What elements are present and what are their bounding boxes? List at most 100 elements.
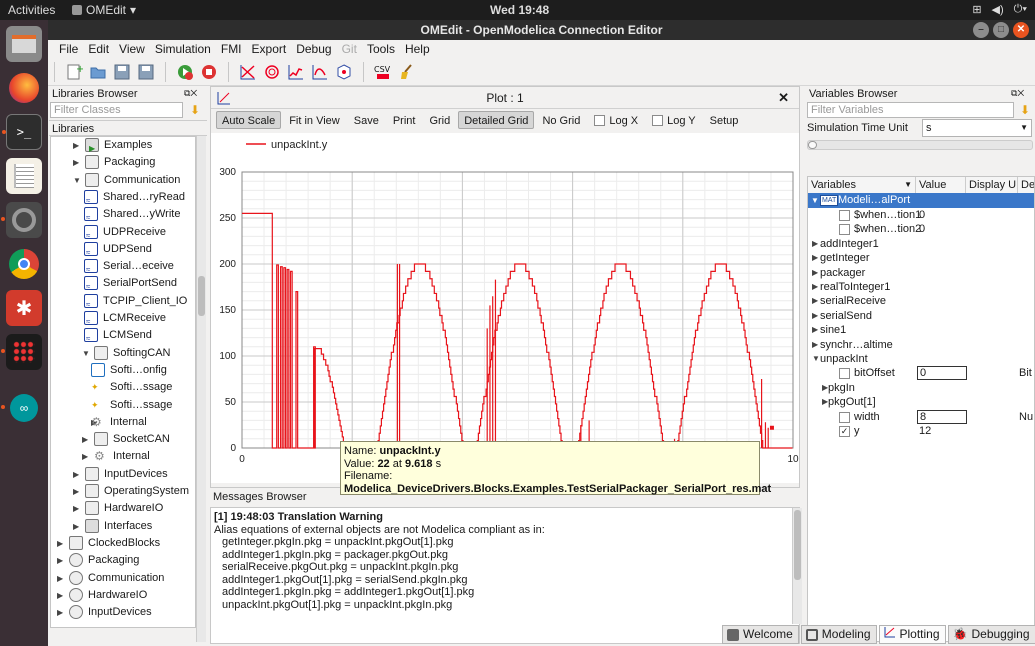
variable-value-input[interactable]: 0 bbox=[917, 366, 967, 380]
chevron-right-icon[interactable]: ▶ bbox=[73, 518, 79, 535]
save-all-icon[interactable] bbox=[135, 61, 157, 83]
library-tree-item[interactable]: ▶⚙Internal bbox=[51, 448, 196, 465]
library-tree-item[interactable]: ≈Shared…ryRead bbox=[51, 189, 196, 206]
close-plot-icon[interactable]: ✕ bbox=[778, 87, 789, 109]
plot-setup-button[interactable]: Setup bbox=[704, 111, 745, 129]
chevron-right-icon[interactable]: ▶ bbox=[73, 154, 79, 171]
activities-button[interactable]: Activities bbox=[8, 3, 55, 17]
auto-scale-button[interactable]: Auto Scale bbox=[216, 111, 281, 129]
plot-variable-checkbox[interactable] bbox=[839, 224, 850, 235]
array-parametric-plot-icon[interactable] bbox=[309, 61, 331, 83]
library-tree-item[interactable]: ≈UDPSend bbox=[51, 241, 196, 258]
variable-row[interactable]: ▼unpackInt bbox=[808, 352, 1035, 366]
text-editor-icon[interactable] bbox=[6, 158, 42, 194]
menu-fmi[interactable]: FMI bbox=[216, 42, 247, 56]
chevron-right-icon[interactable]: ▶ bbox=[57, 570, 63, 587]
export-csv-icon[interactable]: CSV bbox=[372, 61, 394, 83]
chevron-right-icon[interactable]: ▶ bbox=[73, 466, 79, 483]
chevron-right-icon[interactable]: ▶ bbox=[812, 266, 818, 280]
variable-row[interactable]: ▶getInteger bbox=[808, 251, 1035, 265]
parametric-plot-icon[interactable] bbox=[261, 61, 283, 83]
library-tree-item[interactable]: ▶ClockedBlocks bbox=[51, 535, 196, 552]
library-tree-item[interactable]: ✦Softi…ssage bbox=[51, 397, 196, 414]
clear-broom-icon[interactable] bbox=[396, 61, 418, 83]
grid-button[interactable]: Grid bbox=[423, 111, 456, 129]
menu-tools[interactable]: Tools bbox=[362, 42, 400, 56]
col-variables[interactable]: Variables▼ bbox=[808, 177, 916, 193]
variable-value-input[interactable]: 8 bbox=[917, 410, 967, 424]
chrome-icon[interactable] bbox=[6, 246, 42, 282]
print-plot-button[interactable]: Print bbox=[387, 111, 422, 129]
simulate-icon[interactable] bbox=[174, 61, 196, 83]
chevron-right-icon[interactable]: ▶ bbox=[57, 535, 63, 552]
chevron-right-icon[interactable]: ▶ bbox=[812, 280, 818, 294]
minimize-icon[interactable]: – bbox=[973, 22, 989, 38]
plot-variable-checkbox[interactable]: ✓ bbox=[839, 426, 850, 437]
variable-row[interactable]: $when…tion20 bbox=[808, 222, 1035, 236]
app-grid-red-icon[interactable] bbox=[6, 334, 42, 370]
plot-variable-checkbox[interactable] bbox=[839, 210, 850, 221]
variable-row[interactable]: ▶pkgOut[1] bbox=[808, 395, 1035, 409]
messages-content[interactable]: [1] 19:48:03 Translation Warning Alias e… bbox=[210, 507, 800, 644]
maximize-icon[interactable]: □ bbox=[993, 22, 1009, 38]
filter-arrow-icon[interactable]: ⬇ bbox=[190, 103, 200, 117]
variable-row[interactable]: ▶realToInteger1 bbox=[808, 280, 1035, 294]
library-tree-item[interactable]: ▶Communication bbox=[51, 570, 196, 587]
plot-icon[interactable] bbox=[237, 61, 259, 83]
variable-row[interactable]: ✓y12 bbox=[808, 424, 1035, 438]
menu-simulation[interactable]: Simulation bbox=[150, 42, 216, 56]
chevron-right-icon[interactable]: ▶ bbox=[73, 137, 79, 154]
chevron-right-icon[interactable]: ▶ bbox=[82, 431, 88, 448]
clock[interactable]: Wed 19:48 bbox=[490, 3, 549, 17]
library-tree-item[interactable]: ▶Packaging bbox=[51, 552, 196, 569]
variable-row[interactable]: ▶addInteger1 bbox=[808, 237, 1035, 251]
modeling-tab[interactable]: Modeling bbox=[801, 625, 877, 644]
library-tree-item[interactable]: ≈SerialPortSend bbox=[51, 275, 196, 292]
col-display-unit[interactable]: Display U bbox=[966, 177, 1018, 193]
plot-variable-checkbox[interactable] bbox=[839, 368, 850, 379]
library-tree-item[interactable]: ▶InputDevices bbox=[51, 466, 196, 483]
menu-edit[interactable]: Edit bbox=[83, 42, 114, 56]
chevron-down-icon[interactable]: ▼ bbox=[73, 172, 81, 189]
no-grid-button[interactable]: No Grid bbox=[536, 111, 586, 129]
library-tree-item[interactable]: ≈LCMSend bbox=[51, 327, 196, 344]
chevron-right-icon[interactable]: ▶ bbox=[73, 483, 79, 500]
detailed-grid-button[interactable]: Detailed Grid bbox=[458, 111, 534, 129]
library-tree-item[interactable]: ▶Interfaces bbox=[51, 518, 196, 535]
terminal-icon[interactable]: >_ bbox=[6, 114, 42, 150]
variable-row[interactable]: ▶packager bbox=[808, 266, 1035, 280]
simulation-setup-icon[interactable] bbox=[198, 61, 220, 83]
variables-pane-controls-icon[interactable]: ⧉✕ bbox=[1011, 88, 1024, 99]
library-tree-item[interactable]: ▼SoftingCAN bbox=[51, 345, 196, 362]
chevron-right-icon[interactable]: ▶ bbox=[82, 448, 88, 465]
menu-file[interactable]: File bbox=[54, 42, 83, 56]
fit-in-view-button[interactable]: Fit in View bbox=[283, 111, 346, 129]
menu-debug[interactable]: Debug bbox=[291, 42, 336, 56]
library-tree-item[interactable]: ✦Softi…ssage bbox=[51, 379, 196, 396]
chevron-right-icon[interactable]: ▶ bbox=[57, 604, 63, 621]
open-folder-icon[interactable] bbox=[87, 61, 109, 83]
variables-tree[interactable]: Variables▼ Value Display U Des ▼ MAT Mod… bbox=[807, 176, 1035, 642]
variable-row[interactable]: $when…tion10 bbox=[808, 208, 1035, 222]
menu-help[interactable]: Help bbox=[400, 42, 435, 56]
chevron-right-icon[interactable]: ▶ bbox=[812, 237, 818, 251]
library-tree-item[interactable]: ≈LCMReceive bbox=[51, 310, 196, 327]
chevron-right-icon[interactable]: ▶ bbox=[73, 500, 79, 517]
library-tree-item[interactable]: ≈Shared…yWrite bbox=[51, 206, 196, 223]
plotting-tab[interactable]: Plotting bbox=[879, 625, 946, 644]
library-tree-item[interactable]: Softi…onfig bbox=[51, 362, 196, 379]
menu-view[interactable]: View bbox=[114, 42, 150, 56]
variable-row[interactable]: ▶serialSend bbox=[808, 309, 1035, 323]
close-icon[interactable]: ✕ bbox=[1013, 22, 1029, 38]
chevron-right-icon[interactable]: ▶ bbox=[812, 309, 818, 323]
debugging-tab[interactable]: 🐞Debugging bbox=[948, 625, 1035, 644]
time-slider[interactable] bbox=[807, 140, 1033, 150]
system-tray[interactable]: ⊞ ◀) ⏻▾ bbox=[972, 3, 1027, 16]
save-plot-button[interactable]: Save bbox=[348, 111, 385, 129]
animation-icon[interactable] bbox=[333, 61, 355, 83]
library-tree-item[interactable]: ▼Communication bbox=[51, 172, 196, 189]
library-tree-item[interactable]: ▶InputDevices bbox=[51, 604, 196, 621]
pane-float-close-icon[interactable]: ⧉✕ bbox=[184, 88, 197, 99]
library-tree-item[interactable]: ▶OperatingSystem bbox=[51, 483, 196, 500]
variable-row[interactable]: ▶pkgIn bbox=[808, 381, 1035, 395]
